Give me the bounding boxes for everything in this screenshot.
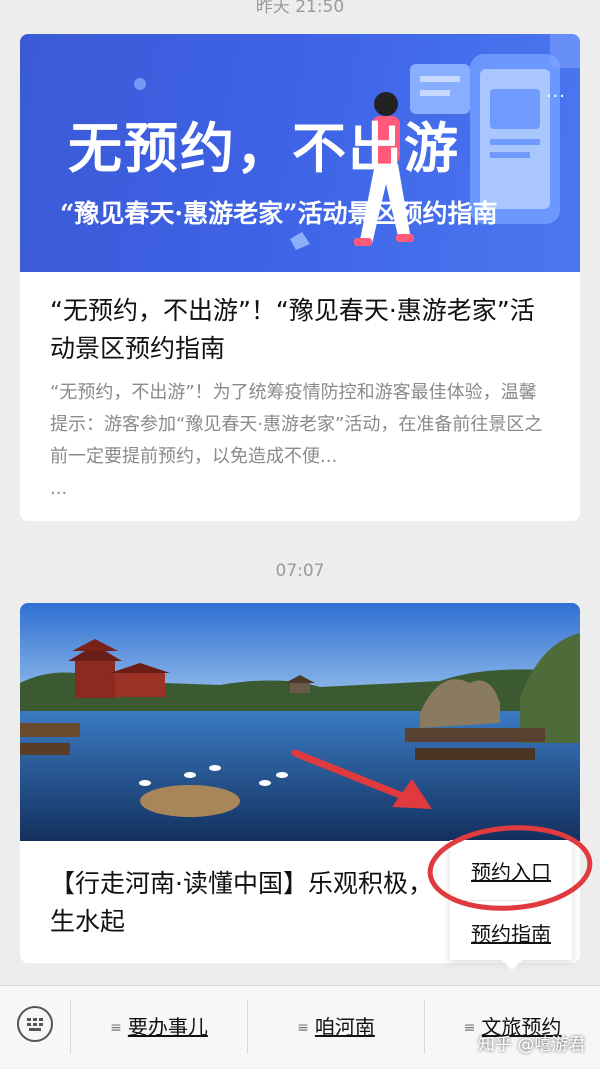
more-icon: ··· [545,86,566,107]
menu-item-travel-booking[interactable]: ≡ 文旅预约 [425,986,600,1068]
article-title[interactable]: 【行走河南·读懂中国】乐观积极，生水起 [50,865,450,941]
article-card[interactable]: 无预约，不出游 “豫见春天·惠游老家”活动景区预约指南 ··· “无预约，不出游… [20,34,580,521]
bottom-menu-bar: ≡ 要办事儿 ≡ 咱河南 ≡ 文旅预约 [0,985,600,1068]
cover-headline: 无预约，不出游 [68,116,460,180]
article-digest: “无预约，不出游”！为了统筹疫情防控和游客最佳体验，温馨提示：游客参加“豫见春天… [50,382,543,467]
cover-subtitle: “豫见春天·惠游老家”活动景区预约指南 [60,199,498,228]
timestamp: 07:07 [275,561,325,581]
menu-bars-icon: ≡ [463,1020,476,1036]
menu-bars-icon: ≡ [297,1020,309,1036]
menu-bars-icon: ≡ [110,1020,122,1036]
menu-item-affairs[interactable]: ≡ 要办事儿 [71,986,247,1068]
timestamp: 昨天 21:50 [255,0,345,17]
submenu-divider [460,900,562,901]
submenu-item-booking-guide[interactable]: 预约指南 [450,918,572,947]
submenu-item-booking-entry[interactable]: 预约入口 [450,856,572,885]
keyboard-icon[interactable] [17,1006,53,1042]
watermark: 知乎 @嘻游君 [478,1035,586,1055]
article-digest-more: ... [50,478,68,499]
article-title[interactable]: “无预约，不出游”！“豫见春天·惠游老家”活动景区预约指南 [50,292,556,368]
article-cover-image[interactable]: 无预约，不出游 “豫见春天·惠游老家”活动景区预约指南 ··· [20,34,580,272]
article-cover-image[interactable] [20,603,580,841]
lake-photo [20,603,580,841]
menu-item-henan[interactable]: ≡ 咱河南 [248,986,424,1068]
submenu-popup: 预约入口 预约指南 [450,840,572,970]
